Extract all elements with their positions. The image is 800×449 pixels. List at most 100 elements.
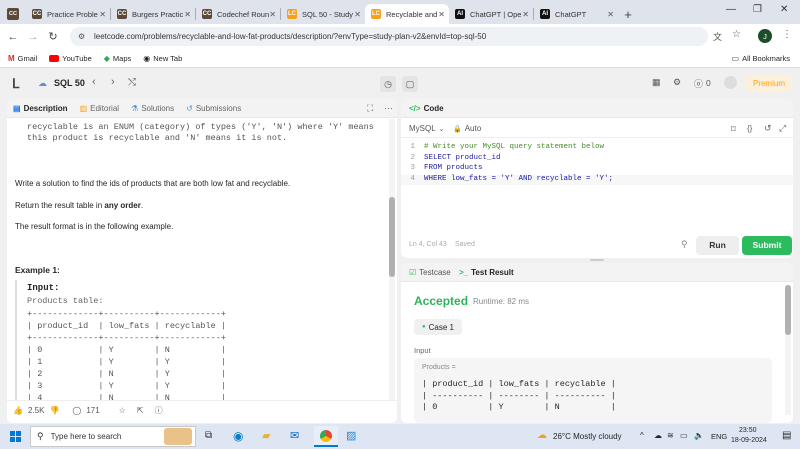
- comment-icon[interactable]: ◯: [72, 406, 81, 415]
- close-tab-icon[interactable]: ✕: [99, 10, 106, 19]
- leetcode-logo-icon[interactable]: ᒪ: [12, 76, 19, 92]
- tab-editorial[interactable]: ▥ Editorial: [80, 104, 119, 113]
- streak-icon[interactable]: ⓞ: [694, 77, 703, 90]
- help-icon[interactable]: ⓘ: [155, 405, 163, 416]
- line-number: 3: [410, 164, 415, 172]
- next-problem-icon[interactable]: ›: [111, 76, 115, 88]
- reload-icon[interactable]: ↻: [43, 30, 63, 43]
- bookmark-icon[interactable]: ⌑: [731, 124, 736, 135]
- browser-tab[interactable]: CC Practice Proble ✕: [26, 4, 110, 24]
- all-bookmarks-button[interactable]: ▭ All Bookmarks: [732, 54, 791, 63]
- user-avatar[interactable]: [724, 76, 737, 89]
- close-window-icon[interactable]: ✕: [780, 4, 788, 15]
- file-explorer-icon[interactable]: ▰: [262, 429, 270, 442]
- tab-search-button[interactable]: CC: [0, 4, 26, 24]
- browser-tab[interactable]: AI ChatGPT | Ope ✕: [449, 4, 533, 24]
- close-tab-icon[interactable]: ✕: [269, 10, 276, 19]
- tab-favicon-icon: CC: [202, 9, 212, 19]
- browser-menu-icon[interactable]: ⋮: [782, 29, 792, 40]
- new-tab-button[interactable]: +: [618, 4, 638, 24]
- close-tab-icon[interactable]: ✕: [184, 10, 191, 19]
- back-icon[interactable]: ←: [3, 31, 23, 43]
- app-icon[interactable]: ▨: [346, 429, 356, 442]
- url-field[interactable]: ⚙ leetcode.com/problems/recyclable-and-l…: [70, 27, 708, 46]
- study-plan-title[interactable]: SQL 50: [54, 78, 85, 88]
- language-select[interactable]: MySQL ⌄: [409, 124, 445, 133]
- description-tabs: ▤ Description ▥ Editorial ⚗ Solutions ↺ Subm…: [13, 104, 241, 113]
- bookmarks-bar: M Gmail YouTube ◆ Maps ◉ New Tab ▭ All Bookm…: [0, 49, 800, 68]
- clock-date[interactable]: 18-09-2024: [731, 437, 767, 444]
- mail-icon[interactable]: ✉: [290, 429, 299, 442]
- task-statement: Write a solution to find the ids of prod…: [15, 179, 291, 188]
- fullscreen-icon[interactable]: ⤢: [779, 123, 786, 134]
- forward-icon[interactable]: →: [23, 31, 43, 43]
- clock-time[interactable]: 23:50: [739, 427, 757, 434]
- panel-splitter-handle[interactable]: [590, 259, 604, 261]
- notification-icon[interactable]: ▤: [782, 430, 791, 441]
- browser-tab[interactable]: AI ChatGPT ✕: [534, 4, 618, 24]
- restore-icon[interactable]: ❐: [753, 4, 762, 15]
- streak-count: 0: [706, 78, 711, 88]
- wifi-icon[interactable]: ≋: [667, 431, 674, 440]
- schema-note-line-2: this product is recyclable and 'N' means…: [27, 133, 288, 143]
- chrome-taskbar-button[interactable]: [314, 426, 338, 447]
- language-indicator[interactable]: ENG: [711, 432, 727, 441]
- windows-start-icon[interactable]: [10, 431, 21, 442]
- close-tab-icon[interactable]: ✕: [354, 10, 361, 19]
- format-braces-icon[interactable]: {}: [747, 124, 752, 133]
- close-tab-icon[interactable]: ✕: [607, 10, 614, 19]
- bookmark-youtube[interactable]: YouTube: [49, 54, 92, 63]
- task-view-icon[interactable]: ⧉: [205, 430, 212, 441]
- browser-tab[interactable]: CC Codechef Roun ✕: [196, 4, 280, 24]
- reset-icon[interactable]: ↺: [764, 123, 772, 134]
- like-icon[interactable]: 👍: [13, 406, 23, 415]
- settings-icon[interactable]: ⚙: [673, 77, 681, 88]
- submit-button[interactable]: Submit: [742, 236, 792, 255]
- result-scrollbar-thumb[interactable]: [785, 285, 791, 335]
- bookmark-new-tab[interactable]: ◉ New Tab: [143, 54, 182, 63]
- more-icon[interactable]: ⋯: [384, 103, 393, 114]
- browser-tab[interactable]: LC Recyclable and ✕: [365, 4, 449, 24]
- volume-icon[interactable]: 🔈: [694, 431, 704, 440]
- close-tab-icon[interactable]: ✕: [522, 10, 529, 19]
- onedrive-icon[interactable]: ☁: [654, 431, 662, 440]
- prev-problem-icon[interactable]: ‹: [92, 76, 96, 88]
- bookmark-star-icon[interactable]: ☆: [732, 29, 741, 40]
- battery-icon[interactable]: ▭: [680, 431, 688, 440]
- translate-icon[interactable]: 文: [713, 30, 722, 43]
- taskbar-search-box[interactable]: ⚲ Type here to search: [30, 426, 196, 447]
- description-scrollbar-thumb[interactable]: [389, 197, 395, 277]
- tab-label: Practice Proble: [47, 9, 98, 19]
- case-1-button[interactable]: ● Case 1: [414, 319, 462, 335]
- premium-button[interactable]: Premium: [746, 75, 792, 92]
- weather-text[interactable]: 26°C Mostly cloudy: [553, 432, 622, 441]
- shuffle-icon[interactable]: ⤭: [128, 77, 136, 88]
- profile-avatar[interactable]: J: [758, 29, 772, 43]
- layout-icon[interactable]: ▦: [652, 77, 661, 88]
- debug-icon[interactable]: ⚲: [681, 239, 688, 250]
- tray-chevron-up-icon[interactable]: ^: [640, 431, 644, 440]
- tab-submissions[interactable]: ↺ Submissions: [186, 104, 241, 113]
- timer-icon[interactable]: ◷: [380, 76, 396, 92]
- share-icon[interactable]: ⇱: [137, 406, 144, 415]
- notes-icon[interactable]: ▢: [402, 76, 418, 92]
- code-editor[interactable]: 1 # Write your MySQL query statement belo…: [401, 143, 793, 185]
- tab-test-result[interactable]: >_ Test Result: [459, 268, 514, 277]
- tab-solutions[interactable]: ⚗ Solutions: [131, 104, 174, 113]
- bookmark-maps[interactable]: ◆ Maps: [104, 54, 132, 63]
- run-button[interactable]: Run: [696, 236, 739, 255]
- tab-description[interactable]: ▤ Description: [13, 104, 68, 113]
- favorite-star-icon[interactable]: ☆: [119, 406, 126, 415]
- browser-tab[interactable]: LC SQL 50 - Study ✕: [281, 4, 365, 24]
- result-panel: ☑ Testcase >_ Test Result Accepted Runtime…: [401, 263, 793, 423]
- edge-icon[interactable]: ◉: [233, 429, 243, 443]
- close-tab-icon[interactable]: ✕: [438, 10, 445, 19]
- site-info-icon[interactable]: ⚙: [78, 32, 85, 41]
- dislike-icon[interactable]: 👎: [49, 406, 59, 415]
- auto-toggle[interactable]: 🔒 Auto: [453, 124, 481, 133]
- expand-icon[interactable]: ⛶: [367, 103, 373, 114]
- tab-testcase[interactable]: ☑ Testcase: [409, 268, 451, 277]
- minimize-icon[interactable]: —: [726, 4, 736, 15]
- browser-tab[interactable]: CC Burgers Practic ✕: [111, 4, 195, 24]
- bookmark-gmail[interactable]: M Gmail: [8, 54, 37, 63]
